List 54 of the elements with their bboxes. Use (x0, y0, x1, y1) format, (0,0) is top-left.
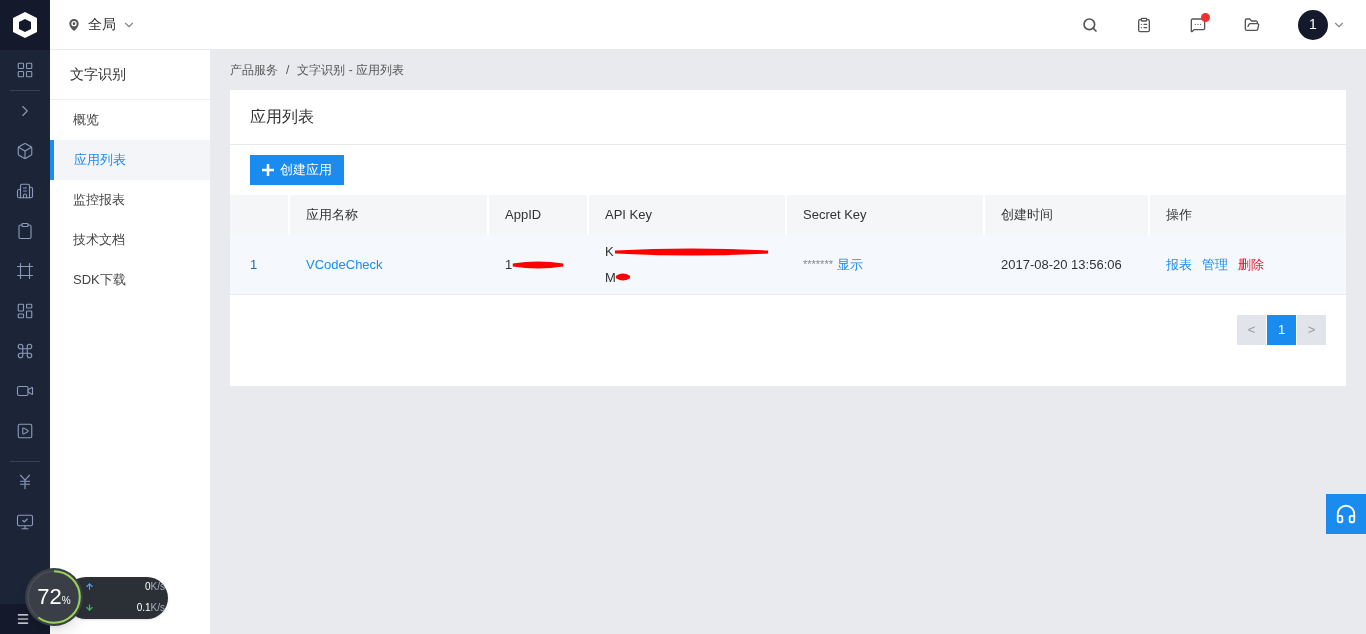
sidebar-item[interactable]: 监控报表 (50, 180, 210, 220)
table-cell-text: 2017-08-20 13:56:06 (1000, 255, 1123, 274)
table-cell-text: 1 (249, 255, 259, 274)
breadcrumb-item[interactable]: 产品服务 (230, 61, 278, 79)
region-selector[interactable]: 全局 (66, 14, 136, 35)
sidebar-title: 文字识别 (50, 50, 210, 100)
folder-icon[interactable] (1244, 16, 1260, 33)
headphones-icon (1335, 503, 1357, 525)
download-icon (85, 603, 94, 612)
prev-page-button[interactable]: < (1237, 315, 1266, 345)
grid-icon[interactable] (16, 61, 34, 79)
sidebar-item[interactable]: 应用列表 (50, 140, 210, 180)
menu-icon[interactable] (16, 612, 30, 626)
create-app-button[interactable]: 创建应用 (250, 155, 344, 185)
action-link[interactable]: 报表 (1166, 254, 1192, 275)
location-pin-icon (66, 16, 82, 33)
list-icon[interactable] (1136, 16, 1152, 33)
redaction-mark (615, 273, 630, 282)
column-header: 操作 (1165, 206, 1193, 225)
clipboard-icon[interactable] (16, 222, 34, 240)
support-button[interactable] (1326, 494, 1366, 534)
sidebar-item[interactable]: 概览 (50, 100, 210, 140)
logo-icon[interactable] (0, 0, 50, 50)
play-icon[interactable] (16, 422, 34, 440)
upload-icon (85, 582, 94, 591)
action-link[interactable]: 管理 (1202, 254, 1228, 275)
plus-icon (262, 164, 274, 176)
gauge-percent: 72% (37, 586, 71, 608)
download-speed: 0.1K/s (136, 601, 165, 615)
message-icon[interactable] (1190, 16, 1206, 33)
sidebar-item[interactable]: SDK下载 (50, 260, 210, 300)
breadcrumb-separator: / (286, 62, 290, 79)
page-button[interactable]: 1 (1267, 315, 1296, 345)
table-cell-text: M (605, 268, 616, 287)
card-title: 应用列表 (230, 90, 1346, 145)
action-link[interactable]: 删除 (1238, 254, 1264, 275)
cube-icon[interactable] (16, 142, 34, 160)
app-name-link[interactable]: VCodeCheck (290, 254, 489, 275)
dashboard-icon[interactable] (16, 302, 34, 320)
breadcrumb-item: 文字识别 - 应用列表 (297, 62, 404, 79)
command-icon[interactable] (16, 342, 34, 360)
building-icon[interactable] (16, 182, 34, 200)
search-icon[interactable] (1082, 16, 1098, 33)
frame-icon[interactable] (16, 262, 34, 280)
table-cell-text: ******* (803, 257, 833, 273)
redaction-mark (512, 260, 565, 269)
show-link[interactable]: 显示 (836, 254, 863, 275)
upload-speed: 0K/s (145, 580, 165, 594)
sidebar-item[interactable]: 技术文档 (50, 220, 210, 260)
table-cell-text: K (605, 243, 614, 261)
monitor-icon[interactable] (16, 513, 34, 531)
next-page-button[interactable]: > (1297, 315, 1326, 345)
table-cell-text: 1 (505, 255, 513, 274)
user-avatar[interactable]: 1 (1298, 9, 1328, 40)
